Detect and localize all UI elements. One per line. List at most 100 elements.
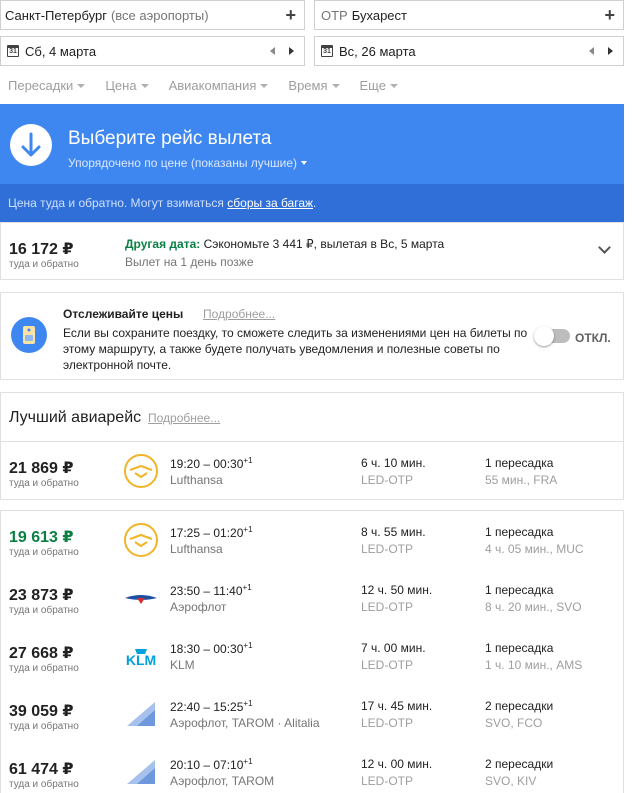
prev-date-icon[interactable] — [589, 47, 594, 55]
expand-chevron-icon[interactable] — [598, 241, 611, 254]
flight-stops: 2 пересадки — [485, 699, 554, 713]
flight-route: LED-OTP — [361, 542, 414, 556]
toggle-knob — [534, 326, 554, 346]
return-date-value: Вс, 26 марта — [339, 43, 416, 59]
destination-field[interactable]: OTP Бухарест + — [314, 0, 624, 30]
flight-route: LED-OTP — [361, 774, 414, 788]
flight-duration: 12 ч. 00 мин. — [361, 757, 433, 771]
filter-price[interactable]: Цена — [105, 78, 149, 93]
flight-price-note: туда и обратно — [9, 547, 79, 558]
filter-label: Пересадки — [8, 78, 74, 93]
flight-row[interactable]: 27 668 ₽ туда и обратно KLM 18:30 – 00:30+1… — [1, 627, 625, 685]
return-date-field[interactable]: 31 Вс, 26 марта — [314, 36, 624, 66]
flight-stops: 2 пересадки — [485, 757, 554, 771]
flight-stops: 1 пересадка — [485, 525, 554, 539]
alt-date-bold: Другая дата: — [125, 237, 201, 251]
flight-stop-detail: 1 ч. 10 мин., AMS — [485, 658, 583, 672]
filter-label: Цена — [105, 78, 137, 93]
tracking-description: Если вы сохраните поездку, то сможете сл… — [63, 326, 528, 372]
price-tracking-toggle[interactable] — [534, 326, 570, 346]
svg-text:KLM: KLM — [126, 652, 156, 668]
origin-note: (все аэропорты) — [110, 7, 209, 23]
next-date-icon[interactable] — [289, 47, 294, 55]
flight-times: 18:30 – 00:30+1 — [170, 641, 253, 656]
tracking-more-link[interactable]: Подробнее... — [203, 307, 275, 321]
prev-date-icon[interactable] — [270, 47, 275, 55]
flight-row[interactable]: 61 474 ₽ туда и обратно 20:10 – 07:10+1 Аэр… — [1, 743, 625, 793]
plus-day: +1 — [243, 525, 253, 534]
aeroflot-logo-icon — [123, 580, 159, 616]
flight-price: 21 869 ₽ — [9, 460, 74, 477]
filter-stops[interactable]: Пересадки — [8, 78, 86, 93]
filter-label: Авиакомпания — [168, 78, 257, 93]
filter-airline[interactable]: Авиакомпания — [169, 78, 269, 93]
calendar-icon: 31 — [321, 45, 333, 57]
best-flight-more-link[interactable]: Подробнее... — [148, 411, 220, 425]
chevron-down-icon — [389, 83, 398, 88]
filter-label: Время — [288, 78, 328, 93]
price-note-end: . — [313, 196, 317, 210]
filter-more[interactable]: Еще — [360, 78, 398, 93]
flight-price-note: туда и обратно — [9, 605, 79, 616]
flight-times: 22:40 – 15:25+1 — [170, 699, 253, 714]
filter-label: Еще — [359, 78, 386, 93]
flight-airline: KLM — [170, 658, 195, 672]
plus-day: +1 — [243, 456, 253, 465]
origin-value: Санкт-Петербург — [5, 7, 107, 23]
alternative-date-card[interactable]: 16 172 ₽ туда и обратно Другая дата: Сэк… — [0, 222, 624, 280]
chevron-down-icon — [260, 83, 269, 88]
flight-list: 19 613 ₽ туда и обратно 17:25 – 01:20+1 Luf… — [0, 510, 624, 793]
filter-time[interactable]: Время — [288, 78, 340, 93]
flight-times-text: 19:20 – 00:30 — [170, 457, 244, 471]
flight-price: 39 059 ₽ — [9, 703, 74, 720]
origin-field[interactable]: Санкт-Петербург (все аэропорты) + — [0, 0, 305, 30]
flight-times: 20:10 – 07:10+1 — [170, 757, 253, 772]
flight-price: 61 474 ₽ — [9, 761, 74, 778]
price-note-text: Цена туда и обратно. Могут взиматься — [8, 196, 228, 210]
airline-tail-icon — [123, 696, 159, 732]
flight-price: 23 873 ₽ — [9, 587, 74, 604]
add-destination-icon[interactable]: + — [604, 4, 615, 26]
arrow-down-circle-icon — [10, 124, 52, 166]
flight-row[interactable]: 19 613 ₽ туда и обратно 17:25 – 01:20+1 Luf… — [1, 511, 625, 569]
flight-route: LED-OTP — [361, 716, 414, 730]
flight-price-note: туда и обратно — [9, 663, 79, 674]
destination-code: OTP — [321, 7, 348, 23]
flight-route: LED-OTP — [361, 658, 414, 672]
page-title: Выберите рейс вылета — [68, 128, 272, 149]
baggage-fees-link[interactable]: сборы за багаж — [227, 196, 313, 210]
price-tracking-card: Отслеживайте цены Подробнее... Если вы с… — [0, 292, 624, 380]
flight-row[interactable]: 39 059 ₽ туда и обратно 22:40 – 15:25+1 Аэр… — [1, 685, 625, 743]
flight-price-note: туда и обратно — [9, 779, 79, 790]
chevron-down-icon — [140, 83, 149, 88]
flight-stops: 1 пересадка — [485, 456, 554, 470]
chevron-down-icon — [331, 83, 340, 88]
flight-row[interactable]: 23 873 ₽ туда и обратно 23:50 – 11:40+1 Аэр… — [1, 569, 625, 627]
flight-stops: 1 пересадка — [485, 641, 554, 655]
next-date-icon[interactable] — [608, 47, 613, 55]
flight-airline: Аэрофлот, TAROM · Alitalia — [170, 716, 320, 730]
plus-day: +1 — [243, 699, 253, 708]
add-origin-icon[interactable]: + — [285, 4, 296, 26]
flight-row[interactable]: 21 869 ₽ туда и обратно 19:20 – 00:30+1 … — [1, 442, 625, 500]
alt-date-text: Сэкономьте 3 441 ₽, вылетая в Вс, 5 март… — [200, 237, 445, 251]
plus-day: +1 — [242, 583, 252, 592]
price-tag-icon — [11, 317, 47, 353]
best-flight-card: Лучший авиарейс Подробнее... 21 869 ₽ ту… — [0, 392, 624, 500]
flight-airline: Аэрофлот — [170, 600, 227, 614]
flight-times: 23:50 – 11:40+1 — [170, 583, 252, 598]
select-departure-banner: Выберите рейс вылета Упорядочено по цене… — [0, 104, 624, 184]
chevron-down-icon — [301, 161, 308, 165]
lufthansa-logo-icon — [123, 522, 159, 558]
flight-stop-detail: SVO, FCO — [485, 716, 543, 730]
flight-duration: 8 ч. 55 мин. — [361, 525, 426, 539]
flight-duration: 7 ч. 00 мин. — [361, 641, 426, 655]
flight-duration: 6 ч. 10 мин. — [361, 456, 426, 470]
sort-selector[interactable]: Упорядочено по цене (показаны лучшие) — [68, 156, 308, 170]
depart-date-field[interactable]: 31 Сб, 4 марта — [0, 36, 305, 66]
plus-day: +1 — [243, 641, 253, 650]
alt-date-label: Другая дата: Сэкономьте 3 441 ₽, вылетая… — [125, 237, 444, 251]
flight-airline: Аэрофлот, TAROM — [170, 774, 275, 788]
price-note-bar: Цена туда и обратно. Могут взиматься сбо… — [0, 184, 624, 222]
lufthansa-logo-icon — [123, 453, 159, 489]
